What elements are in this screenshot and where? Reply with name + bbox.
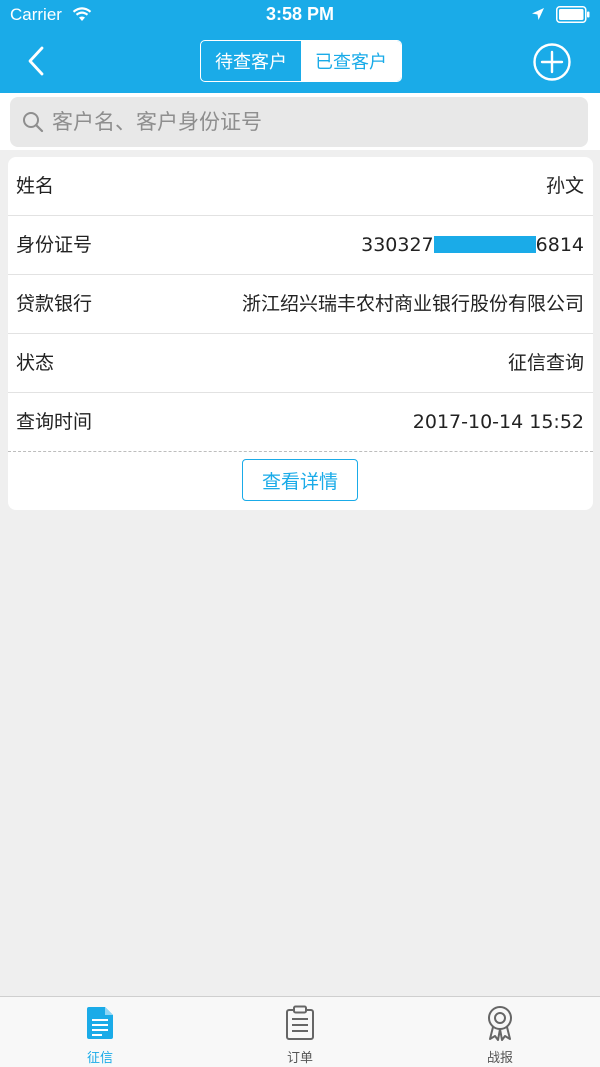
tab-queried-customers[interactable]: 已查客户 — [301, 41, 401, 81]
id-number-prefix: 330327 — [361, 234, 434, 256]
view-details-button[interactable]: 查看详情 — [242, 459, 358, 501]
status-label: 状态 — [16, 352, 55, 374]
bank-label: 贷款银行 — [16, 293, 93, 315]
row-query-time: 查询时间 2017-10-14 15:52 — [8, 393, 593, 452]
tab-reports[interactable]: 战报 — [400, 997, 600, 1067]
clock: 3:58 PM — [265, 4, 335, 24]
tab-orders[interactable]: 订单 — [200, 997, 400, 1067]
bank-value: 浙江绍兴瑞丰农村商业银行股份有限公司 — [241, 293, 584, 315]
tab-pending-customers[interactable]: 待查客户 — [201, 41, 301, 81]
id-number-redaction — [433, 236, 536, 253]
tab-credit[interactable]: 征信 — [0, 997, 200, 1067]
clipboard-icon — [286, 1005, 314, 1040]
location-arrow-icon — [532, 8, 544, 20]
document-icon — [87, 1007, 113, 1039]
id-number-suffix: 6814 — [535, 234, 584, 256]
add-circle-icon[interactable] — [532, 42, 572, 82]
row-id-number: 身份证号 330327 6814 — [8, 216, 593, 275]
search-input[interactable] — [52, 103, 572, 141]
search-icon — [23, 112, 44, 133]
id-number-label: 身份证号 — [16, 234, 93, 256]
query-time-value: 2017-10-14 15:52 — [412, 411, 584, 433]
customer-card: 姓名 孙文 身份证号 330327 6814 贷款银行 浙江绍兴瑞丰农村商业银行股… — [8, 157, 593, 510]
search-bar — [0, 93, 600, 150]
row-status: 状态 征信查询 — [8, 334, 593, 393]
row-name: 姓名 孙文 — [8, 157, 593, 216]
row-bank: 贷款银行 浙江绍兴瑞丰农村商业银行股份有限公司 — [8, 275, 593, 334]
query-time-label: 查询时间 — [16, 411, 93, 433]
name-label: 姓名 — [16, 175, 55, 197]
tab-reports-label: 战报 — [486, 1051, 513, 1066]
search-box — [10, 97, 588, 147]
header: Carrier 3:58 PM 待查客户 已查客户 — [0, 0, 600, 93]
battery-icon — [556, 6, 590, 23]
name-value: 孙文 — [545, 175, 584, 197]
customer-segmented-control: 待查客户 已查客户 — [200, 40, 402, 82]
nav-bar: 待查客户 已查客户 — [0, 30, 600, 93]
back-chevron-icon[interactable] — [22, 44, 52, 78]
id-number-value: 330327 6814 — [361, 216, 584, 275]
tab-bar: 征信 订单 战报 — [0, 996, 600, 1067]
status-bar: Carrier 3:58 PM — [0, 0, 600, 30]
status-value: 征信查询 — [507, 352, 584, 374]
tab-orders-label: 订单 — [286, 1051, 313, 1066]
award-icon — [488, 1006, 512, 1041]
tab-credit-label: 征信 — [86, 1051, 113, 1066]
